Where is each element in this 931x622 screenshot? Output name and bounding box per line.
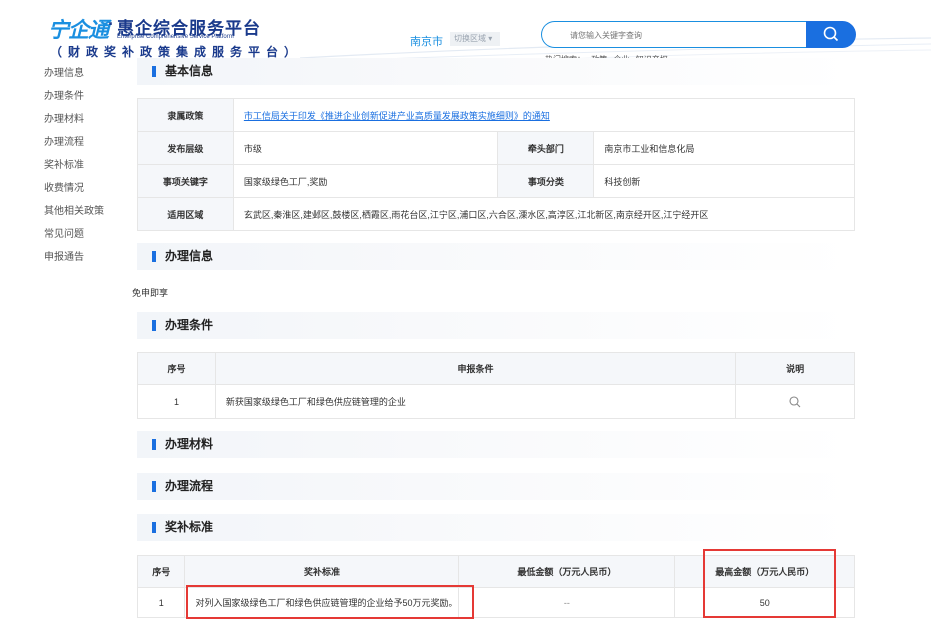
column-header: 最低金额（万元人民币） <box>458 555 676 588</box>
condition-text: 新获国家级绿色工厂和绿色供应链管理的企业 <box>214 384 737 419</box>
section-materials: 办理材料 <box>137 431 855 458</box>
sidebar-item-process[interactable]: 办理流程 <box>44 131 114 154</box>
page-header: 宁企通 · 惠企综合服务平台 Enterprise Comprehensive … <box>0 0 931 64</box>
row-number: 1 <box>136 587 186 618</box>
sidebar-item-standards[interactable]: 奖补标准 <box>44 154 114 177</box>
section-handle-info: 办理信息 <box>137 243 855 270</box>
level-label: 发布层级 <box>137 131 234 165</box>
section-title: 办理材料 <box>165 437 214 451</box>
current-city[interactable]: 南京市 <box>410 33 443 49</box>
level-value: 市级 <box>232 131 499 165</box>
category-label: 事项分类 <box>497 164 595 198</box>
section-marker <box>152 481 156 492</box>
column-header: 说明 <box>735 352 855 385</box>
sidebar-item-conditions[interactable]: 办理条件 <box>44 85 114 108</box>
sidebar-item-materials[interactable]: 办理材料 <box>44 108 114 131</box>
logo-separator: · <box>108 14 114 34</box>
search-icon <box>823 26 839 42</box>
section-marker <box>152 439 156 450</box>
section-marker <box>152 522 156 533</box>
section-title: 办理流程 <box>165 479 214 493</box>
section-marker <box>152 320 156 331</box>
section-title: 基本信息 <box>165 64 214 78</box>
section-standards: 奖补标准 <box>137 514 855 541</box>
search-icon[interactable] <box>788 395 802 409</box>
row-number: 1 <box>137 384 216 419</box>
sidebar-nav: 办理信息 办理条件 办理材料 办理流程 奖补标准 收费情况 其他相关政策 常见问… <box>44 62 114 269</box>
sidebar-item-handle-info[interactable]: 办理信息 <box>44 62 114 85</box>
sidebar-item-related-policies[interactable]: 其他相关政策 <box>44 200 114 223</box>
search-input[interactable] <box>542 22 822 49</box>
highlight-standard-text <box>186 585 474 619</box>
keywords-label: 事项关键字 <box>137 164 234 198</box>
logo-english: Enterprise Comprehensive Service Platfor… <box>117 34 234 40</box>
sidebar-item-faq[interactable]: 常见问题 <box>44 223 114 246</box>
search-box <box>541 21 822 49</box>
sidebar-item-notice[interactable]: 申报通告 <box>44 246 114 269</box>
section-basic-info: 基本信息 <box>137 58 855 85</box>
section-process: 办理流程 <box>137 473 855 500</box>
switch-region-button[interactable]: 切换区域 ▾ <box>450 32 500 46</box>
basic-info-table: 隶属政策 市工信局关于印发《推进企业创新促进产业高质量发展政策实施细则》的通知 … <box>137 98 856 231</box>
conditions-table: 序号 申报条件 说明 1 新获国家级绿色工厂和绿色供应链管理的企业 <box>137 352 855 419</box>
column-header: 序号 <box>136 555 186 588</box>
keywords-value: 国家级绿色工厂,奖励 <box>232 164 499 198</box>
policy-link[interactable]: 市工信局关于印发《推进企业创新促进产业高质量发展政策实施细则》的通知 <box>244 111 550 121</box>
sidebar-item-fees[interactable]: 收费情况 <box>44 177 114 200</box>
table-row: 1 新获国家级绿色工厂和绿色供应链管理的企业 <box>137 384 855 419</box>
logo-mark[interactable]: 宁企通 <box>48 14 109 44</box>
section-marker <box>152 251 156 262</box>
category-value: 科技创新 <box>593 164 855 198</box>
region-value: 玄武区,秦淮区,建邺区,鼓楼区,栖霞区,雨花台区,江宁区,浦口区,六合区,溧水区… <box>232 197 856 231</box>
min-amount: -- <box>458 587 676 618</box>
section-title: 办理条件 <box>165 318 214 332</box>
dept-value: 南京市工业和信息化局 <box>593 131 855 165</box>
policy-label: 隶属政策 <box>137 98 234 132</box>
highlight-max-amount <box>703 549 836 618</box>
column-header: 申报条件 <box>214 352 737 385</box>
section-conditions: 办理条件 <box>137 312 855 339</box>
handle-info-text: 免申即享 <box>132 288 169 298</box>
detail-cell <box>735 384 855 419</box>
column-header: 奖补标准 <box>184 555 460 588</box>
section-title: 奖补标准 <box>165 520 214 534</box>
search-button[interactable] <box>806 21 856 48</box>
dept-label: 牵头部门 <box>497 131 595 165</box>
section-title: 办理信息 <box>165 249 214 263</box>
section-marker <box>152 66 156 77</box>
column-header: 序号 <box>137 352 216 385</box>
region-label: 适用区域 <box>137 197 234 231</box>
